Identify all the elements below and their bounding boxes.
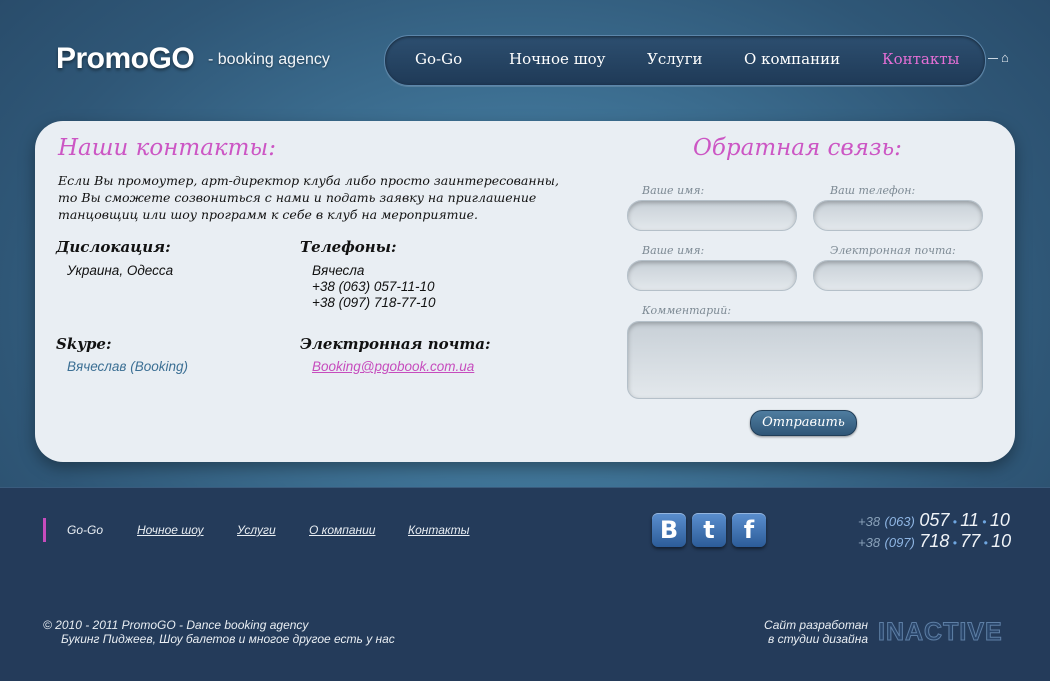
email-link[interactable]: Booking@pgobook.com.ua — [312, 359, 474, 375]
phone-code: (063) — [884, 514, 915, 529]
phone-prefix: +38 — [858, 535, 881, 550]
feedback-title: Обратная связь: — [693, 135, 902, 161]
footer-phone-1: +38 (063) 057 • 11 • 10 — [858, 510, 1010, 531]
developer-line-2: в студии дизайна — [767, 632, 868, 646]
phone-part: 77 — [960, 531, 981, 551]
nav-item-contacts[interactable]: Контакты — [882, 50, 960, 68]
name-field-label: Ваше имя: — [642, 184, 705, 197]
copyright-line-2: Букинг Пиджеев, Шоу балетов и многое дру… — [61, 632, 395, 646]
skype-label: Skype: — [56, 335, 112, 353]
footer-link-contacts[interactable]: Контакты — [408, 523, 470, 537]
email-field-label: Электронная почта: — [830, 244, 956, 257]
nav-item-about[interactable]: О компании — [744, 50, 840, 68]
footer-phone-2: +38 (097) 718 • 77 • 10 — [858, 531, 1011, 552]
phone-contact-name: Вячесла — [312, 263, 365, 278]
copyright-line-1: © 2010 - 2011 PromoGO - Dance booking ag… — [43, 618, 309, 632]
phone-part: 057 — [919, 510, 950, 530]
phone-dot: • — [978, 515, 990, 529]
name-input[interactable] — [627, 200, 797, 231]
submit-button[interactable]: Отправить — [750, 410, 857, 436]
contacts-title: Наши контакты: — [58, 135, 276, 161]
nav-item-go-go[interactable]: Go-Go — [415, 50, 462, 68]
phone-code: (097) — [884, 535, 915, 550]
footer-accent-bar — [43, 518, 46, 542]
name2-field-label: Ваше имя: — [642, 244, 705, 257]
phone-part: 10 — [989, 510, 1010, 530]
main-nav: Go-Go Ночное шоу Услуги О компании Конта… — [384, 35, 986, 86]
phone-number-2: +38 (097) 718-77-10 — [312, 295, 436, 310]
tagline: - booking agency — [208, 51, 330, 68]
comment-label: Комментарий: — [642, 304, 732, 317]
copyright: © 2010 - 2011 PromoGO - Dance booking ag… — [43, 618, 395, 646]
email-label: Электронная почта: — [300, 335, 491, 353]
name2-input[interactable] — [627, 260, 797, 291]
phone-dot: • — [949, 536, 961, 550]
vkontakte-icon[interactable]: B — [652, 513, 686, 547]
home-link[interactable]: ⌂ — [988, 50, 1009, 65]
phone-field-label: Ваш телефон: — [830, 184, 916, 197]
facebook-icon[interactable]: f — [732, 513, 766, 547]
phone-dot: • — [980, 536, 992, 550]
contacts-intro: Если Вы промоутер, арт-директор клуба ли… — [58, 173, 559, 222]
footer-link-about[interactable]: О компании — [309, 523, 375, 537]
logo[interactable]: PromoGO — [56, 42, 195, 76]
nav-item-night-show[interactable]: Ночное шоу — [509, 50, 606, 68]
phone-part: 718 — [919, 531, 950, 551]
email-input[interactable] — [813, 260, 983, 291]
footer-link-services[interactable]: Услуги — [237, 523, 276, 537]
footer: Go-Go Ночное шоу Услуги О компании Конта… — [0, 487, 1050, 681]
skype-value: Вячеслав (Booking) — [67, 359, 189, 374]
phone-part: 11 — [960, 510, 979, 530]
location-value: Украина, Одесса — [67, 263, 174, 278]
twitter-icon[interactable]: t — [692, 513, 726, 547]
content-panel: Наши контакты: Если Вы промоутер, арт-ди… — [35, 121, 1015, 462]
footer-link-go-go[interactable]: Go-Go — [67, 523, 103, 537]
studio-logo[interactable]: INACTIVE — [878, 618, 1003, 647]
developer-credit: Сайт разработан в студии дизайна — [742, 618, 868, 646]
location-label: Дислокация: — [56, 238, 171, 256]
phone-part: 10 — [991, 531, 1012, 551]
developer-line-1: Сайт разработан — [763, 618, 868, 632]
phone-number-1: +38 (063) 057-11-10 — [312, 279, 435, 294]
header: PromoGO - booking agency Go-Go Ночное шо… — [0, 0, 1050, 120]
phone-prefix: +38 — [858, 514, 881, 529]
phone-dot: • — [949, 515, 961, 529]
home-icon: ⌂ — [1001, 50, 1009, 65]
footer-link-night-show[interactable]: Ночное шоу — [137, 523, 204, 537]
nav-item-services[interactable]: Услуги — [647, 50, 702, 68]
comment-textarea[interactable] — [627, 321, 983, 399]
divider — [988, 58, 998, 60]
phone-input[interactable] — [813, 200, 983, 231]
phones-label: Телефоны: — [300, 238, 397, 256]
